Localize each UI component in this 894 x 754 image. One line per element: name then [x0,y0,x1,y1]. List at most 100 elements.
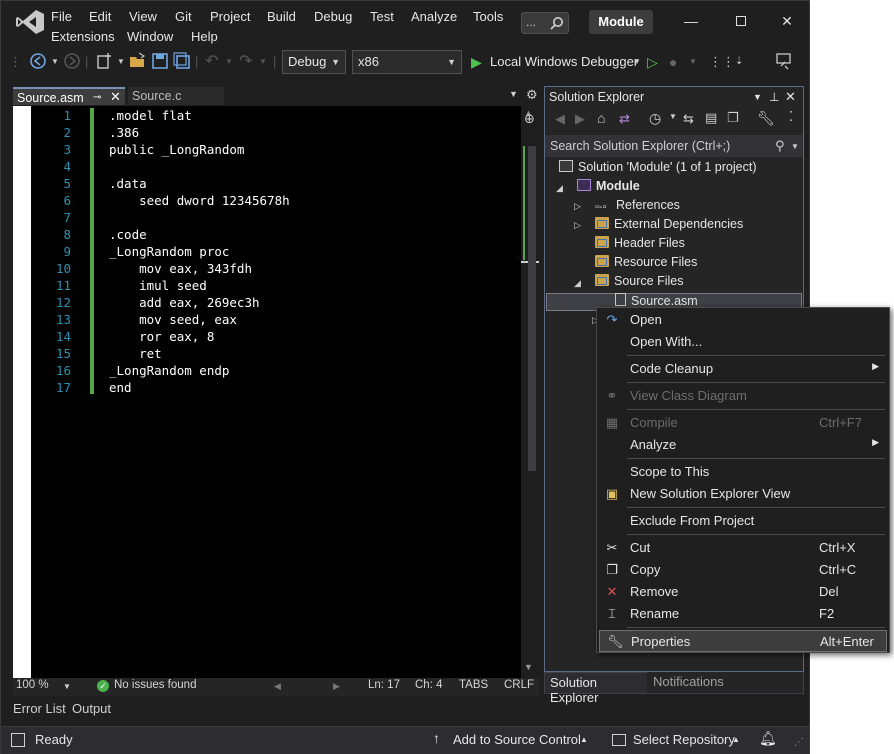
tab-solution-explorer[interactable]: Solution Explorer [545,672,647,705]
source-asm-node[interactable]: Source.asm [615,293,698,308]
references-node[interactable]: ▫-▫ References [595,198,680,213]
menu-item-view-class-diagram[interactable]: ⚭ View Class Diagram [597,385,889,407]
project-node[interactable]: Module [577,179,640,193]
menu-view[interactable]: View [129,9,157,24]
properties-wrench-icon[interactable]: 🔧︎ [757,110,775,127]
select-repository-button[interactable]: Select Repository [633,732,735,747]
menu-extensions[interactable]: Extensions [51,29,115,44]
code-line[interactable]: _LongRandom endp [109,363,229,378]
menu-git[interactable]: Git [175,9,192,24]
menu-item-new-solution-explorer-view[interactable]: ▣ New Solution Explorer View [597,483,889,505]
menu-item-cut[interactable]: ✂ Cut Ctrl+X [597,537,889,559]
code-line[interactable]: .code [109,227,147,242]
code-line[interactable]: seed dword 12345678h [109,193,290,208]
scrollbar-thumb[interactable] [528,146,536,471]
solution-config-combo[interactable]: Debug ▼ [282,50,346,74]
notifications-bell-icon[interactable]: 🔔︎ [759,730,777,747]
back-icon[interactable]: ◀ [555,111,565,127]
save-all-icon[interactable] [173,52,191,70]
search-options-icon[interactable]: ▼ [791,136,799,158]
panel-options-icon[interactable]: ▼ [753,87,762,107]
navigate-forward-icon[interactable] [63,52,81,70]
code-line[interactable]: public _LongRandom [109,142,244,157]
code-editor[interactable]: 1 2 3 4 5 6 7 8 9 10 11 12 13 14 15 16 17 .model flat .38… [13,106,539,678]
menu-item-exclude-from-project[interactable]: Exclude From Project [597,510,889,532]
code-line[interactable]: .model flat [109,108,192,123]
start-debug-icon[interactable]: ▶ [471,51,482,73]
close-tab-icon[interactable]: ✕ [110,88,121,106]
menu-item-analyze[interactable]: Analyze ▶ [597,434,889,456]
code-line[interactable]: mov eax, 343fdh [109,261,252,276]
solution-node[interactable]: Solution 'Module' (1 of 1 project) [559,160,756,174]
navigate-back-icon[interactable] [29,52,47,70]
undo-dropdown-icon[interactable]: ▼ [225,51,233,73]
hscroll-right-icon[interactable]: ▶ [333,681,340,692]
save-icon[interactable] [151,52,169,70]
code-line[interactable]: ror eax, 8 [109,329,214,344]
tab-error-list[interactable]: Error List [13,701,66,716]
source-files-node[interactable]: Source Files [595,274,683,288]
menu-edit[interactable]: Edit [89,9,111,24]
editor-vertical-scrollbar[interactable]: ▲ ⊕ ▼ [521,106,539,678]
code-line[interactable]: imul seed [109,278,207,293]
code-line[interactable]: ret [109,346,162,361]
tab-output[interactable]: Output [72,701,111,716]
home-icon[interactable]: ⌂ [597,110,605,126]
menu-item-open[interactable]: ↷ Open [597,309,889,331]
menu-tools[interactable]: Tools [473,9,503,24]
code-line[interactable]: end [109,380,132,395]
hscroll-left-icon[interactable]: ◀ [274,681,281,692]
menu-item-properties[interactable]: 🔧︎ Properties Alt+Enter [599,630,887,652]
live-share-icon[interactable] [775,52,793,70]
tab-list-dropdown-icon[interactable]: ▼ [509,89,518,99]
start-debugger-button[interactable]: Local Windows Debugger [490,51,638,73]
settings-gear-icon[interactable]: ⚙ [526,87,538,103]
external-dependencies-node[interactable]: External Dependencies [595,217,743,231]
open-file-icon[interactable] [129,52,147,70]
menu-item-copy[interactable]: ❐ Copy Ctrl+C [597,559,889,581]
toolbar-overflow-icon[interactable]: ⋮⋮ [709,51,735,73]
line-position[interactable]: Ln: 17 [368,679,400,691]
redo-dropdown-icon[interactable]: ▼ [259,51,267,73]
code-line[interactable]: _LongRandom proc [109,244,229,259]
redo-icon[interactable]: ↷ [239,51,252,73]
undo-icon[interactable]: ↶ [205,51,218,73]
menu-item-remove[interactable]: ✕ Remove Del [597,581,889,603]
hot-reload-icon[interactable]: ● [669,51,677,73]
menu-file[interactable]: File [51,9,72,24]
whitespace-mode[interactable]: TABS [459,679,488,691]
sync-active-document-icon[interactable]: ⇆ [683,111,694,127]
issues-indicator[interactable]: No issues found [114,679,196,691]
hot-reload-dropdown-icon[interactable]: ▼ [689,51,697,73]
collapse-all-icon[interactable]: ▤ [705,110,717,126]
menu-help[interactable]: Help [191,29,218,44]
menu-debug[interactable]: Debug [314,9,352,24]
minimize-icon[interactable]: — [681,11,701,31]
menu-item-scope-to-this[interactable]: Scope to This [597,461,889,483]
filter-dropdown-icon[interactable]: ▼ [669,112,677,121]
resource-files-node[interactable]: Resource Files [595,255,697,269]
code-line[interactable]: mov seed, eax [109,312,237,327]
resize-grip-icon[interactable]: ⋰ [794,737,804,748]
new-project-dropdown-icon[interactable]: ▼ [117,51,125,73]
menu-item-rename[interactable]: ⌶ Rename F2 [597,603,889,625]
toolbar-overflow-icon[interactable]: ⁚ [789,109,793,125]
header-files-node[interactable]: Header Files [595,236,685,250]
char-position[interactable]: Ch: 4 [415,679,443,691]
switch-views-icon[interactable]: ⇄ [619,111,630,127]
pin-icon[interactable]: ⊸ [93,89,101,107]
expand-arrow-icon[interactable]: ▷ [574,201,581,212]
tab-notifications[interactable]: Notifications [653,674,724,689]
new-project-icon[interactable] [95,52,113,70]
code-line[interactable]: .386 [109,125,139,140]
pending-changes-filter-icon[interactable]: ◷ [649,110,661,127]
menu-window[interactable]: Window [127,29,173,44]
forward-icon[interactable]: ▶ [575,111,585,127]
collapse-arrow-icon[interactable]: ◢ [556,183,563,194]
menu-test[interactable]: Test [370,9,394,24]
feature-search-box[interactable]: ... [521,12,569,34]
menu-item-open-with[interactable]: Open With... [597,331,889,353]
menu-item-compile[interactable]: ▦ Compile Ctrl+F7 [597,412,889,434]
toolbar-options-icon[interactable]: ⇣ [735,51,743,73]
tab-source-c[interactable]: Source.c [128,87,224,105]
